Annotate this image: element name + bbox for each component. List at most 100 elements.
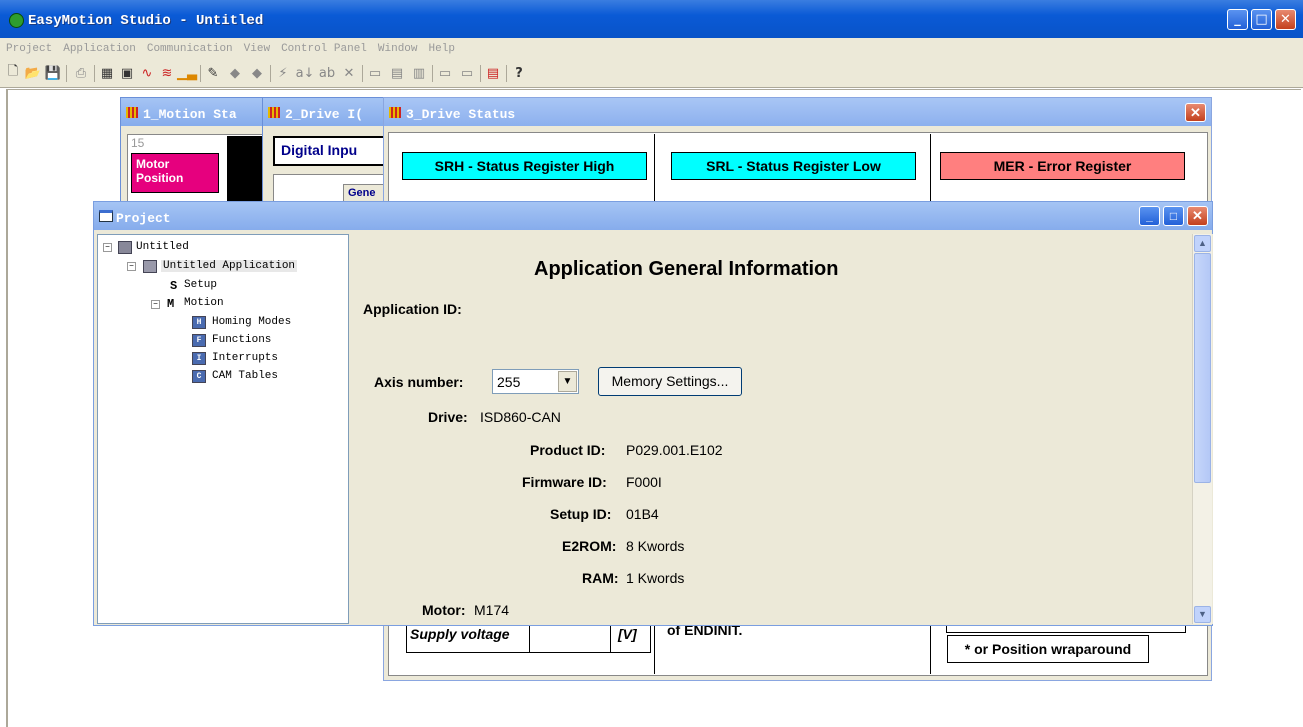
close-button[interactable]: ✕ — [1275, 9, 1296, 30]
menu-bar: Project Application Communication View Contr… — [0, 38, 1303, 60]
scroll-down-icon[interactable]: ▼ — [1194, 606, 1211, 623]
e2rom-value: 8 Kwords — [626, 538, 685, 554]
toolbar: 🗋 📂 💾 ⎙ ▦ ▣ ∿ ≋ ▁▃ ✎ ◆ ◆ ⚡ a↓ ab ✕ ▭ ▤ ▥… — [0, 60, 1303, 88]
edit-icon[interactable]: ab — [318, 64, 336, 82]
setup-id-label: Setup ID: — [550, 506, 612, 522]
motion-icon: M — [167, 297, 175, 311]
delete-icon[interactable]: ✕ — [340, 64, 358, 82]
window-icon — [126, 107, 138, 118]
project-close-button[interactable]: ✕ — [1187, 206, 1208, 226]
maximize-button[interactable]: □ — [1251, 9, 1272, 30]
menu-view[interactable]: View — [238, 38, 275, 55]
drive-status-icon[interactable]: ▣ — [118, 64, 136, 82]
functions-icon: F — [192, 334, 206, 347]
ram-value: 1 Kwords — [626, 570, 685, 586]
stop-icon[interactable]: ▭ — [458, 64, 476, 82]
vertical-scrollbar[interactable]: ▲ ▼ — [1192, 234, 1212, 624]
project-window-icon — [99, 210, 113, 222]
menu-communication[interactable]: Communication — [141, 38, 238, 55]
position-wraparound-text: * or Position wraparound — [947, 635, 1149, 663]
help-icon[interactable]: ? — [510, 64, 528, 82]
tree-item-homing-modes[interactable]: Homing Modes — [212, 316, 291, 328]
page-title: Application General Information — [534, 258, 839, 280]
project-tree: − Untitled − Untitled Application S Setu… — [97, 234, 349, 624]
memory-settings-button[interactable]: Memory Settings... — [598, 367, 742, 396]
logger-icon[interactable]: ∿ — [138, 64, 156, 82]
tree-item-application[interactable]: Untitled Application — [161, 260, 298, 272]
project-title: Project — [94, 202, 1212, 230]
drive-io-window[interactable]: 2_Drive I( Digital Inpu Gene — [262, 97, 403, 217]
tree-item-cam-tables[interactable]: CAM Tables — [212, 370, 278, 382]
drive-status-close-button[interactable]: ✕ — [1185, 103, 1206, 122]
project-minimize-button[interactable]: _ — [1139, 206, 1160, 226]
drive-label: Drive: — [428, 409, 468, 425]
digital-inputs-card: Digital Inpu — [273, 136, 401, 166]
expand-icon[interactable]: − — [103, 243, 112, 252]
window-icon — [268, 107, 280, 118]
new-icon[interactable]: 🗋 — [4, 64, 22, 82]
e2rom-label: E2ROM: — [562, 538, 617, 554]
motion-status-icon[interactable]: ▦ — [98, 64, 116, 82]
project-maximize-button[interactable]: □ — [1163, 206, 1184, 226]
communication-icon[interactable]: ▤ — [484, 64, 502, 82]
srh-card: SRH - Status Register High — [402, 152, 647, 180]
motor-label: Motor: — [422, 602, 466, 618]
graph2-icon[interactable]: ▥ — [410, 64, 428, 82]
start-stop-icon[interactable]: ▭ — [436, 64, 454, 82]
project-root-icon — [118, 241, 132, 254]
ram-label: RAM: — [582, 570, 619, 586]
application-id-label: Application ID: — [363, 301, 462, 317]
axis-number-label: Axis number: — [374, 374, 464, 390]
motion-status-window[interactable]: 1_Motion Sta 15 Motor Position — [120, 97, 280, 217]
print-icon[interactable]: ⎙ — [72, 64, 90, 82]
scroll-up-icon[interactable]: ▲ — [1194, 235, 1211, 252]
motion-status-title: 1_Motion Sta — [121, 98, 279, 126]
scope-icon[interactable]: ≋ — [158, 64, 176, 82]
tree-item-motion[interactable]: Motion — [184, 297, 224, 309]
chevron-down-icon[interactable]: ▼ — [558, 371, 577, 392]
project-window[interactable]: Project _ □ ✕ − Untitled − Untitled Appl… — [93, 201, 1213, 626]
graph-icon[interactable]: ▤ — [388, 64, 406, 82]
interrupts-icon: I — [192, 352, 206, 365]
supply-voltage-unit: [V] — [618, 626, 637, 642]
product-id-value: P029.001.E102 — [626, 442, 723, 458]
expand-icon[interactable]: − — [127, 262, 136, 271]
application-info-panel: Application General Information Applicat… — [350, 234, 1213, 624]
diamond2-icon[interactable]: ◆ — [248, 64, 266, 82]
open-icon[interactable]: 📂 — [24, 64, 42, 82]
expand-icon[interactable]: − — [151, 300, 160, 309]
tree-item-interrupts[interactable]: Interrupts — [212, 352, 278, 364]
tree-item-untitled[interactable]: Untitled — [136, 241, 189, 253]
chart-icon[interactable]: ▁▃ — [177, 64, 197, 82]
supply-voltage-label: Supply voltage — [410, 626, 510, 642]
app-title: EasyMotion Studio - Untitled — [28, 13, 264, 29]
app-title-bar[interactable]: EasyMotion Studio - Untitled _ □ ✕ — [0, 0, 1303, 38]
tree-item-setup[interactable]: Setup — [184, 279, 217, 291]
tree-item-functions[interactable]: Functions — [212, 334, 271, 346]
srl-card: SRL - Status Register Low — [671, 152, 916, 180]
motion-status-number: 15 — [131, 136, 145, 150]
minimize-button[interactable]: _ — [1227, 9, 1248, 30]
sort-icon[interactable]: a↓ — [296, 64, 315, 82]
save-icon[interactable]: 💾 — [44, 64, 62, 82]
drive-value: ISD860-CAN — [480, 409, 561, 425]
menu-application[interactable]: Application — [57, 38, 141, 55]
menu-control-panel[interactable]: Control Panel — [275, 38, 372, 55]
menu-help[interactable]: Help — [423, 38, 460, 55]
drive-io-title: 2_Drive I( — [263, 98, 401, 126]
menu-window[interactable]: Window — [372, 38, 423, 55]
menu-project[interactable]: Project — [0, 38, 57, 55]
motor-position-card: Motor Position — [131, 153, 219, 193]
run-icon[interactable]: ⚡ — [274, 64, 292, 82]
diamond-icon[interactable]: ◆ — [226, 64, 244, 82]
start-icon[interactable]: ▭ — [366, 64, 384, 82]
setup-icon: S — [170, 279, 178, 293]
axis-number-select[interactable]: 255 ▼ — [492, 369, 579, 394]
scroll-thumb[interactable] — [1194, 253, 1211, 483]
firmware-id-label: Firmware ID: — [522, 474, 607, 490]
cam-tables-icon: C — [192, 370, 206, 383]
drive-status-title: 3_Drive Status — [384, 98, 1211, 126]
product-id-label: Product ID: — [530, 442, 606, 458]
setup-icon[interactable]: ✎ — [204, 64, 222, 82]
app-logo-icon — [9, 13, 24, 28]
